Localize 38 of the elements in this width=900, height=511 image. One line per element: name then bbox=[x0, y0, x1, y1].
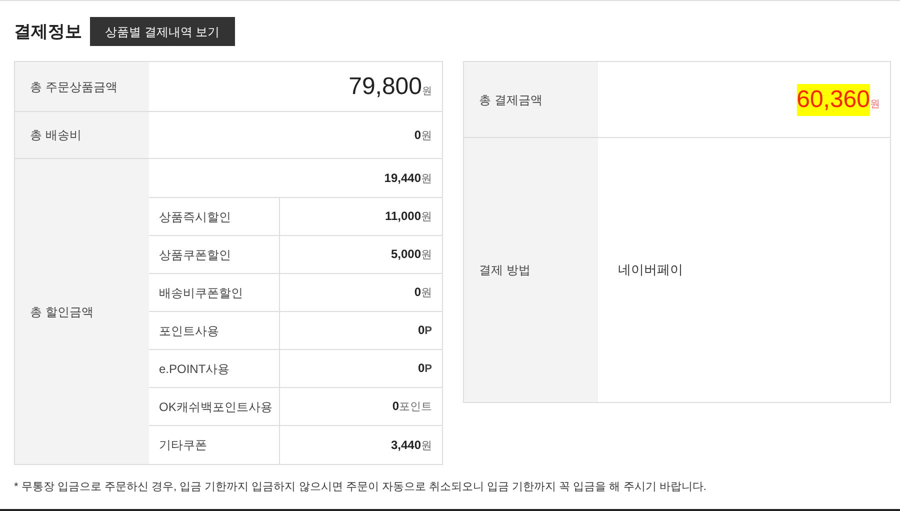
currency-unit: 원 bbox=[421, 210, 432, 226]
amount: 3,440 bbox=[390, 436, 421, 454]
amount: 0 bbox=[418, 360, 425, 378]
discount-label: OK캐쉬백포인트사용 bbox=[149, 388, 280, 425]
amount: 0 bbox=[414, 284, 421, 302]
currency-unit: P bbox=[424, 324, 432, 340]
currency-unit: 원 bbox=[421, 248, 432, 264]
amount: 11,000 bbox=[384, 208, 421, 226]
row-label: 총 배송비 bbox=[15, 112, 149, 158]
currency-unit: 원 bbox=[421, 128, 432, 144]
row-label: 결제 방법 bbox=[464, 138, 598, 402]
amount: 0 bbox=[418, 322, 425, 340]
amount: 5,000 bbox=[390, 246, 421, 264]
footnote: * 무통장 입금으로 주문하신 경우, 입금 기한까지 입금하지 않으시면 주문이 자동으로 취소되오니 입금 기한까지 꼭 입금을 해 주시기 바랍니다. bbox=[14, 481, 706, 493]
currency-unit: 원 bbox=[421, 172, 432, 187]
currency-unit: 원 bbox=[422, 84, 432, 98]
discount-label: 배송비쿠폰할인 bbox=[149, 274, 280, 311]
row-label: 총 결제금액 bbox=[464, 62, 598, 137]
amount: 19,440 bbox=[384, 170, 421, 187]
currency-unit: 원 bbox=[421, 286, 432, 302]
amount: 60,360 bbox=[796, 84, 870, 116]
discount-label: 기타쿠폰 bbox=[149, 426, 280, 464]
discount-label: 포인트사용 bbox=[149, 312, 280, 349]
row-label: 총 할인금액 bbox=[15, 159, 149, 464]
currency-unit: 포인트 bbox=[399, 400, 432, 416]
row-label: 총 주문상품금액 bbox=[15, 62, 149, 111]
discount-label: e.POINT사용 bbox=[149, 350, 280, 387]
section-title: 결제정보 bbox=[14, 20, 82, 43]
discount-label: 상품즉시할인 bbox=[149, 198, 280, 235]
currency-unit: 원 bbox=[870, 98, 880, 112]
amount: 79,800 bbox=[348, 72, 422, 102]
payment-details-button[interactable]: 상품별 결제내역 보기 bbox=[90, 17, 235, 46]
payment-method: 네이버페이 bbox=[618, 261, 683, 280]
currency-unit: P bbox=[424, 362, 432, 378]
amount: 0 bbox=[392, 398, 399, 416]
discount-label: 상품쿠폰할인 bbox=[149, 236, 280, 273]
currency-unit: 원 bbox=[421, 438, 432, 454]
amount: 0 bbox=[414, 126, 421, 144]
